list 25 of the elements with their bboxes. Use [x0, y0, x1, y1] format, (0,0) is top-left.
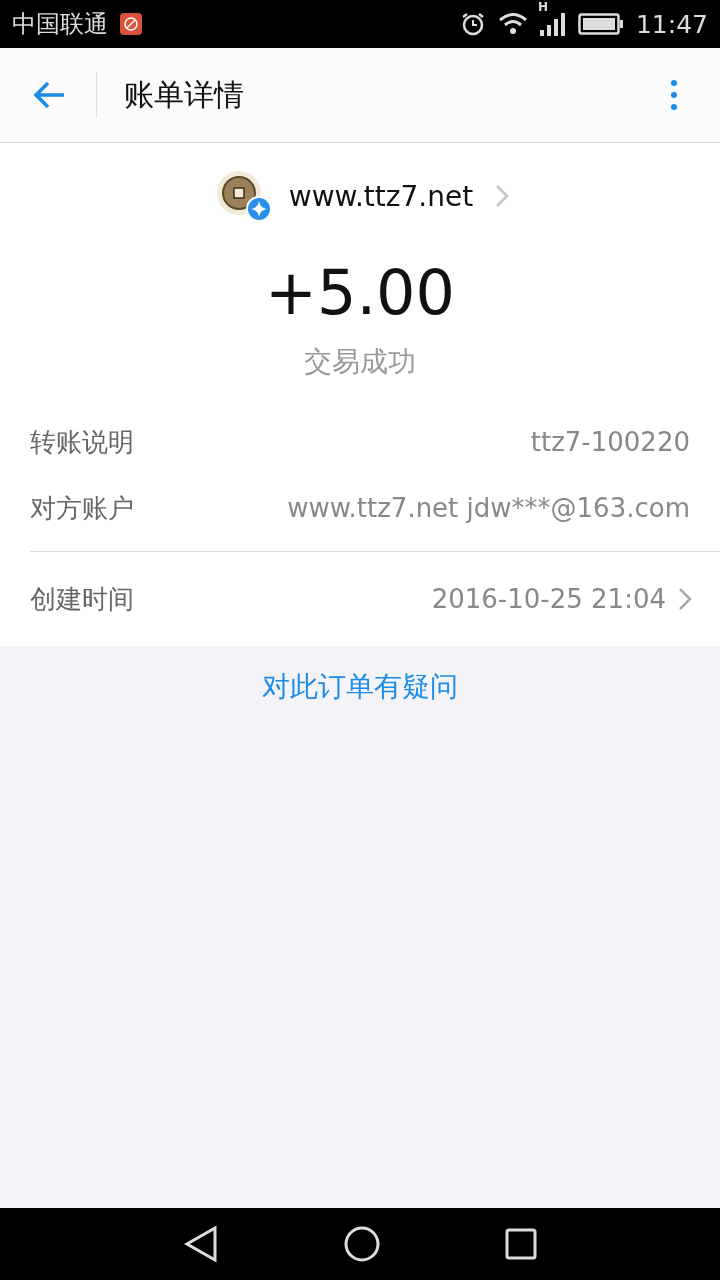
network-type: H — [537, 0, 548, 14]
clock-time: 11:47 — [635, 9, 708, 39]
signal-icon — [539, 12, 566, 36]
wifi-icon — [497, 12, 528, 36]
chevron-right-icon — [495, 184, 510, 208]
back-nav-icon[interactable] — [183, 1225, 219, 1263]
battery-icon — [577, 13, 624, 35]
back-button[interactable] — [32, 80, 66, 110]
page-title: 账单详情 — [124, 75, 244, 114]
home-nav-icon[interactable] — [343, 1225, 381, 1263]
notification-icon — [120, 13, 142, 35]
detail-value: www.ttz7.net jdw***@163.com — [286, 493, 690, 523]
amount: +5.00 — [264, 255, 456, 331]
recents-nav-icon[interactable] — [505, 1228, 537, 1260]
detail-label: 转账说明 — [30, 425, 134, 459]
carrier-name: 中国联通 — [12, 9, 108, 40]
merchant-link[interactable]: www.ttz7.net — [0, 165, 720, 227]
detail-value: 2016-10-25 21:04 — [430, 584, 666, 614]
more-button[interactable] — [670, 79, 678, 111]
detail-label: 对方账户 — [30, 491, 134, 525]
more-vertical-icon — [670, 79, 678, 111]
detail-label: 创建时间 — [30, 582, 134, 616]
back-arrow-icon — [32, 80, 66, 110]
detail-value: ttz7-100220 — [529, 427, 690, 457]
transaction-status: 交易成功 — [303, 344, 417, 380]
